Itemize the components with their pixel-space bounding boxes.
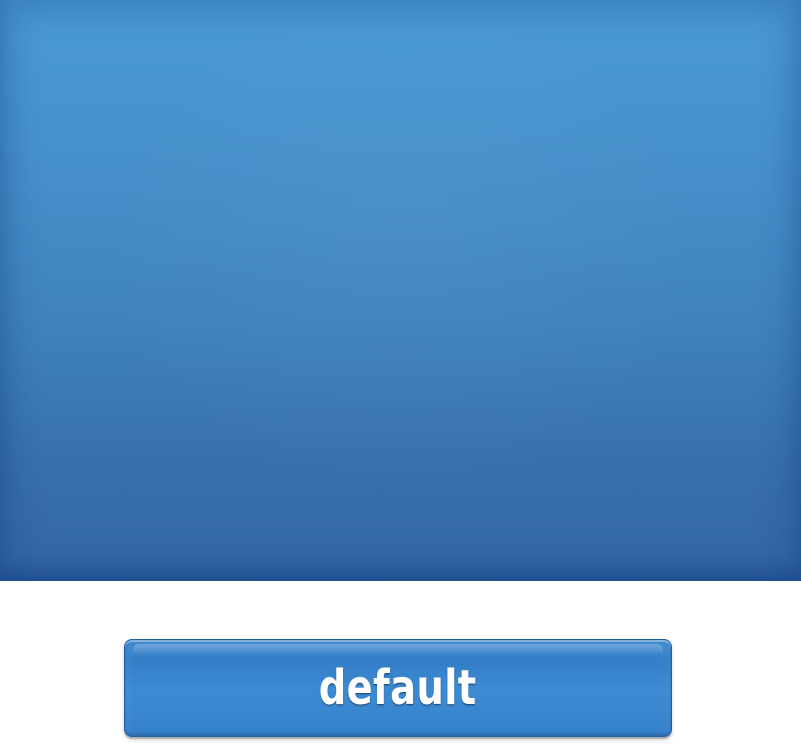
default-button[interactable]: default xyxy=(124,639,672,737)
default-button-label: default xyxy=(319,660,477,716)
page: default xyxy=(0,0,801,745)
preview-panel xyxy=(0,0,801,581)
